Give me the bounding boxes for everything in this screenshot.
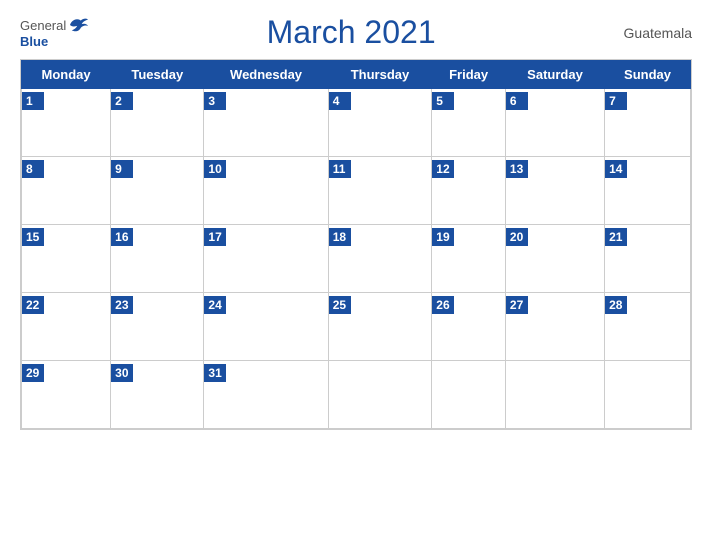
header-saturday: Saturday bbox=[505, 61, 604, 89]
cell-w3-d4: 18 bbox=[328, 225, 432, 293]
cell-w5-d3: 31 bbox=[204, 361, 328, 429]
country-label: Guatemala bbox=[612, 25, 692, 41]
date-num-22: 22 bbox=[22, 296, 44, 314]
logo-blue-text: Blue bbox=[20, 34, 48, 49]
logo: General Blue bbox=[20, 16, 90, 49]
cell-w5-d2: 30 bbox=[111, 361, 204, 429]
week-row-1: 1 2 3 4 5 6 7 bbox=[22, 89, 691, 157]
week-row-4: 22 23 24 25 26 27 28 bbox=[22, 293, 691, 361]
cell-w2-d5: 12 bbox=[432, 157, 506, 225]
date-num-9: 9 bbox=[111, 160, 133, 178]
header-monday: Monday bbox=[22, 61, 111, 89]
cell-w3-d3: 17 bbox=[204, 225, 328, 293]
cell-w4-d4: 25 bbox=[328, 293, 432, 361]
day-headers-row: Monday Tuesday Wednesday Thursday Friday… bbox=[22, 61, 691, 89]
cell-w2-d1: 8 bbox=[22, 157, 111, 225]
date-num-28: 28 bbox=[605, 296, 627, 314]
cell-w5-d6 bbox=[505, 361, 604, 429]
cell-w1-d2: 2 bbox=[111, 89, 204, 157]
cell-w3-d2: 16 bbox=[111, 225, 204, 293]
date-num-25: 25 bbox=[329, 296, 351, 314]
date-num-5: 5 bbox=[432, 92, 454, 110]
cell-w2-d2: 9 bbox=[111, 157, 204, 225]
cell-w3-d5: 19 bbox=[432, 225, 506, 293]
month-title: March 2021 bbox=[90, 14, 612, 51]
date-num-19: 19 bbox=[432, 228, 454, 246]
cell-w2-d3: 10 bbox=[204, 157, 328, 225]
cell-w2-d7: 14 bbox=[605, 157, 691, 225]
date-num-30: 30 bbox=[111, 364, 133, 382]
cell-w4-d6: 27 bbox=[505, 293, 604, 361]
date-num-26: 26 bbox=[432, 296, 454, 314]
calendar: Monday Tuesday Wednesday Thursday Friday… bbox=[20, 59, 692, 430]
cell-w1-d7: 7 bbox=[605, 89, 691, 157]
date-num-6: 6 bbox=[506, 92, 528, 110]
cell-w2-d6: 13 bbox=[505, 157, 604, 225]
week-row-5: 29 30 31 bbox=[22, 361, 691, 429]
cell-w4-d2: 23 bbox=[111, 293, 204, 361]
date-num-1: 1 bbox=[22, 92, 44, 110]
header-friday: Friday bbox=[432, 61, 506, 89]
cell-w1-d5: 5 bbox=[432, 89, 506, 157]
date-num-8: 8 bbox=[22, 160, 44, 178]
cell-w3-d6: 20 bbox=[505, 225, 604, 293]
page-header: General Blue March 2021 Guatemala bbox=[20, 10, 692, 55]
date-num-4: 4 bbox=[329, 92, 351, 110]
header-tuesday: Tuesday bbox=[111, 61, 204, 89]
date-num-29: 29 bbox=[22, 364, 44, 382]
cell-w4-d5: 26 bbox=[432, 293, 506, 361]
cell-w3-d7: 21 bbox=[605, 225, 691, 293]
date-num-24: 24 bbox=[204, 296, 226, 314]
date-num-18: 18 bbox=[329, 228, 351, 246]
date-num-3: 3 bbox=[204, 92, 226, 110]
date-num-23: 23 bbox=[111, 296, 133, 314]
week-row-2: 8 9 10 11 12 13 14 bbox=[22, 157, 691, 225]
logo-bird-icon bbox=[68, 16, 90, 34]
header-thursday: Thursday bbox=[328, 61, 432, 89]
date-num-13: 13 bbox=[506, 160, 528, 178]
date-num-14: 14 bbox=[605, 160, 627, 178]
date-num-10: 10 bbox=[204, 160, 226, 178]
cell-w5-d5 bbox=[432, 361, 506, 429]
cell-w3-d1: 15 bbox=[22, 225, 111, 293]
date-num-16: 16 bbox=[111, 228, 133, 246]
cell-w4-d3: 24 bbox=[204, 293, 328, 361]
cell-w1-d6: 6 bbox=[505, 89, 604, 157]
cell-w5-d4 bbox=[328, 361, 432, 429]
cell-w4-d7: 28 bbox=[605, 293, 691, 361]
cell-w5-d7 bbox=[605, 361, 691, 429]
date-num-17: 17 bbox=[204, 228, 226, 246]
date-num-7: 7 bbox=[605, 92, 627, 110]
cell-w2-d4: 11 bbox=[328, 157, 432, 225]
date-num-11: 11 bbox=[329, 160, 351, 178]
date-num-15: 15 bbox=[22, 228, 44, 246]
cell-w1-d3: 3 bbox=[204, 89, 328, 157]
logo-general-text: General bbox=[20, 18, 66, 33]
date-num-20: 20 bbox=[506, 228, 528, 246]
calendar-table: Monday Tuesday Wednesday Thursday Friday… bbox=[21, 60, 691, 429]
header-wednesday: Wednesday bbox=[204, 61, 328, 89]
date-num-31: 31 bbox=[204, 364, 226, 382]
date-num-2: 2 bbox=[111, 92, 133, 110]
date-num-21: 21 bbox=[605, 228, 627, 246]
week-row-3: 15 16 17 18 19 20 21 bbox=[22, 225, 691, 293]
cell-w1-d4: 4 bbox=[328, 89, 432, 157]
date-num-27: 27 bbox=[506, 296, 528, 314]
date-num-12: 12 bbox=[432, 160, 454, 178]
cell-w4-d1: 22 bbox=[22, 293, 111, 361]
cell-w1-d1: 1 bbox=[22, 89, 111, 157]
cell-w5-d1: 29 bbox=[22, 361, 111, 429]
header-sunday: Sunday bbox=[605, 61, 691, 89]
